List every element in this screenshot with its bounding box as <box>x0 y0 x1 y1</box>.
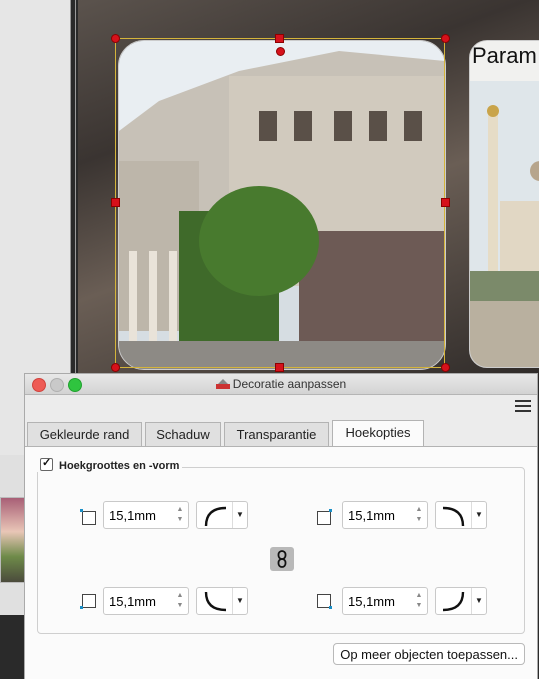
concave-arc-top-right-icon <box>442 506 465 527</box>
selection-frame <box>115 38 445 368</box>
stepper-arrows-icon[interactable]: ▲ ▼ <box>414 505 424 525</box>
corner-top-left-input[interactable] <box>107 507 171 524</box>
corner-bottom-left-shape[interactable]: ▼ <box>196 587 248 615</box>
tab-transparantie[interactable]: Transparantie <box>224 422 329 446</box>
corner-top-right-shape[interactable]: ▼ <box>435 501 487 529</box>
concave-arc-bottom-right-icon <box>442 591 465 612</box>
corner-bottom-left-size[interactable]: ▲▼ <box>103 587 189 615</box>
chevron-down-icon[interactable]: ▼ <box>232 502 247 528</box>
tab-gekleurde-rand[interactable]: Gekleurde rand <box>27 422 142 446</box>
resize-handle-right[interactable] <box>441 198 450 207</box>
tab-hoekopties[interactable]: Hoekopties <box>332 420 424 447</box>
app-icon <box>215 379 230 389</box>
resize-handle-left[interactable] <box>111 198 120 207</box>
corner-top-right-icon <box>317 509 332 525</box>
apply-to-more-objects-button[interactable]: Op meer objecten toepassen... <box>333 643 525 665</box>
decoration-dialog: Decoratie aanpassen Gekleurde rand Schad… <box>24 373 538 679</box>
tab-bar: Gekleurde rand Schaduw Transparantie Hoe… <box>25 420 537 447</box>
corner-bottom-right-size[interactable]: ▲▼ <box>342 587 428 615</box>
resize-handle-top[interactable] <box>275 34 284 43</box>
page-edge-line <box>75 0 76 380</box>
page-edge-line <box>70 0 71 380</box>
hoekopties-panel: Hoekgroottes en -vorm ▲▼ ▼ ▲▼ ▼ <box>25 446 537 679</box>
resize-handle-top-left[interactable] <box>111 34 120 43</box>
resize-handle-bottom-left[interactable] <box>111 363 120 372</box>
stepper-arrows-icon[interactable]: ▲ ▼ <box>175 591 185 611</box>
corner-bottom-left-icon <box>80 594 96 609</box>
chain-link-icon <box>277 550 287 568</box>
corner-top-right-input[interactable] <box>346 507 410 524</box>
chevron-down-icon[interactable]: ▼ <box>471 502 486 528</box>
resize-handle-bottom[interactable] <box>275 363 284 372</box>
concave-arc-bottom-left-icon <box>204 591 227 612</box>
corner-top-left-size[interactable]: ▲▼ <box>103 501 189 529</box>
stepper-arrows-icon[interactable]: ▲ ▼ <box>175 505 185 525</box>
concave-arc-top-left-icon <box>204 506 227 527</box>
corner-top-left-shape[interactable]: ▼ <box>196 501 248 529</box>
corner-group-title[interactable]: Hoekgroottes en -vorm <box>37 456 183 472</box>
corner-bottom-left-input[interactable] <box>107 593 171 610</box>
chevron-down-icon[interactable]: ▼ <box>232 588 247 614</box>
stepper-arrows-icon[interactable]: ▲ ▼ <box>414 591 424 611</box>
dialog-title: Decoratie aanpassen <box>232 377 347 391</box>
adjacent-photo[interactable]: Param <box>469 40 539 368</box>
corner-bottom-right-shape[interactable]: ▼ <box>435 587 487 615</box>
corner-bottom-right-input[interactable] <box>346 593 410 610</box>
dialog-titlebar: Decoratie aanpassen <box>25 374 537 395</box>
page-thumbnail[interactable] <box>0 497 26 583</box>
hamburger-menu-icon[interactable] <box>515 400 531 415</box>
corner-top-right-size[interactable]: ▲▼ <box>342 501 428 529</box>
rotate-handle[interactable] <box>276 47 285 56</box>
resize-handle-top-right[interactable] <box>441 34 450 43</box>
corner-top-left-icon <box>80 509 96 525</box>
corner-group-label: Hoekgroottes en -vorm <box>59 460 180 472</box>
corner-enable-checkbox[interactable] <box>40 456 53 471</box>
tab-schaduw[interactable]: Schaduw <box>145 422 221 446</box>
mosque-photo <box>470 81 539 367</box>
corner-bottom-right-icon <box>317 594 332 609</box>
link-corners-button[interactable] <box>270 547 294 571</box>
chevron-down-icon[interactable]: ▼ <box>471 588 486 614</box>
resize-handle-bottom-right[interactable] <box>441 363 450 372</box>
